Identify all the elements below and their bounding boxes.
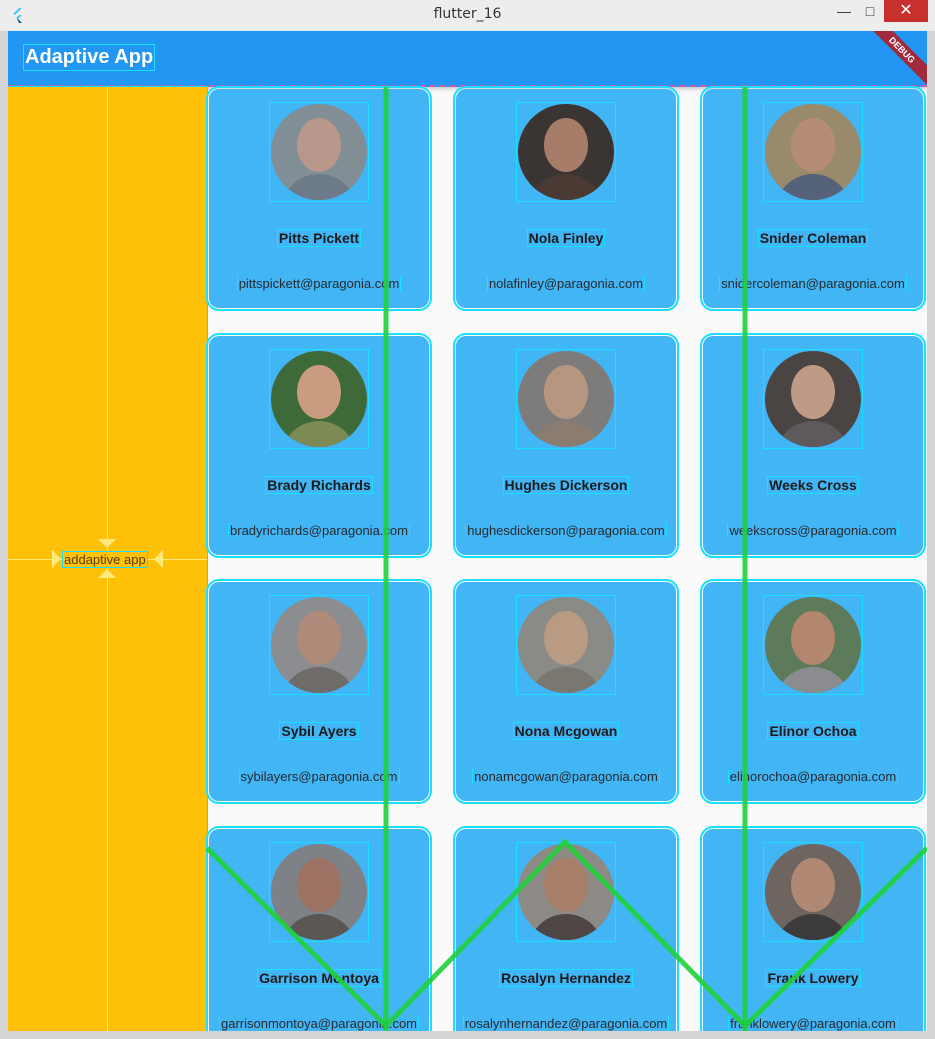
contact-name: Hughes Dickerson	[502, 476, 630, 494]
sidebar-label: addaptive app	[62, 551, 148, 568]
avatar	[269, 842, 369, 942]
avatar	[516, 349, 616, 449]
avatar	[516, 842, 616, 942]
contact-name: Elinor Ochoa	[767, 722, 859, 740]
contact-email: snidercoleman@paragonia.com	[719, 276, 907, 291]
contact-card[interactable]: Frank Lowery franklowery@paragonia.com	[700, 826, 926, 1031]
avatar-photo	[518, 597, 614, 693]
contact-name: Snider Coleman	[757, 229, 869, 247]
page-title: Adaptive App	[22, 44, 156, 71]
contact-name: Frank Lowery	[765, 969, 861, 987]
avatar	[516, 595, 616, 695]
debug-banner-label: DEBUG	[867, 31, 927, 91]
contact-grid[interactable]: Pitts Pickett pittspickett@paragonia.com…	[206, 86, 927, 1031]
align-arrow-left	[52, 550, 61, 568]
contact-card[interactable]: Nona Mcgowan nonamcgowan@paragonia.com	[453, 579, 679, 804]
align-arrow-bottom	[98, 569, 116, 578]
contact-card[interactable]: Rosalyn Hernandez rosalynhernandez@parag…	[453, 826, 679, 1031]
avatar-photo	[518, 104, 614, 200]
contact-name: Garrison Montoya	[257, 969, 381, 987]
contact-card[interactable]: Snider Coleman snidercoleman@paragonia.c…	[700, 86, 926, 311]
contact-name: Nona Mcgowan	[512, 722, 620, 740]
avatar	[763, 595, 863, 695]
contact-card[interactable]: Pitts Pickett pittspickett@paragonia.com	[206, 86, 432, 311]
contact-name: Weeks Cross	[767, 476, 859, 494]
minimize-button[interactable]: —	[832, 0, 856, 22]
window-titlebar: flutter_16 — □ ✕	[0, 0, 935, 31]
contact-email: sybilayers@paragonia.com	[238, 769, 400, 784]
avatar	[269, 102, 369, 202]
align-arrow-right	[154, 550, 163, 568]
align-arrow-top	[98, 539, 116, 548]
avatar-photo	[271, 597, 367, 693]
contact-email: hughesdickerson@paragonia.com	[465, 523, 667, 538]
contact-email: weekscross@paragonia.com	[727, 523, 899, 538]
avatar	[516, 102, 616, 202]
debug-banner: DEBUG	[867, 31, 927, 91]
app-bar: Adaptive App DEBUG	[8, 31, 927, 91]
avatar-photo	[765, 844, 861, 940]
contact-email: bradyrichards@paragonia.com	[228, 523, 410, 538]
contact-email: pittspickett@paragonia.com	[236, 276, 402, 291]
maximize-button[interactable]: □	[858, 0, 882, 22]
window-title: flutter_16	[433, 6, 502, 22]
contact-card[interactable]: Nola Finley nolafinley@paragonia.com	[453, 86, 679, 311]
avatar	[763, 349, 863, 449]
avatar-photo	[518, 844, 614, 940]
avatar-photo	[518, 351, 614, 447]
avatar	[763, 102, 863, 202]
contact-email: nonamcgowan@paragonia.com	[472, 769, 660, 784]
contact-name: Pitts Pickett	[276, 229, 362, 247]
avatar-photo	[271, 351, 367, 447]
contact-email: franklowery@paragonia.com	[728, 1016, 898, 1031]
avatar-photo	[765, 597, 861, 693]
avatar-photo	[765, 104, 861, 200]
contact-card[interactable]: Garrison Montoya garrisonmontoya@paragon…	[206, 826, 432, 1031]
avatar-photo	[271, 844, 367, 940]
contact-card[interactable]: Elinor Ochoa elinorochoa@paragonia.com	[700, 579, 926, 804]
contact-name: Sybil Ayers	[279, 722, 359, 740]
app-window: Adaptive App DEBUG addaptive app Pitts P…	[8, 31, 927, 1031]
avatar-photo	[271, 104, 367, 200]
avatar	[269, 349, 369, 449]
contact-email: garrisonmontoya@paragonia.com	[218, 1016, 420, 1031]
contact-card[interactable]: Sybil Ayers sybilayers@paragonia.com	[206, 579, 432, 804]
contact-name: Nola Finley	[526, 229, 606, 247]
avatar	[269, 595, 369, 695]
avatar	[763, 842, 863, 942]
contact-email: nolafinley@paragonia.com	[486, 276, 646, 291]
contact-email: rosalynhernandez@paragonia.com	[462, 1016, 670, 1031]
contact-card[interactable]: Weeks Cross weekscross@paragonia.com	[700, 333, 926, 558]
sidebar-panel: addaptive app	[8, 86, 208, 1031]
contact-card[interactable]: Brady Richards bradyrichards@paragonia.c…	[206, 333, 432, 558]
contact-email: elinorochoa@paragonia.com	[727, 769, 899, 784]
contact-card[interactable]: Hughes Dickerson hughesdickerson@paragon…	[453, 333, 679, 558]
avatar-photo	[765, 351, 861, 447]
contact-name: Brady Richards	[265, 476, 373, 494]
close-button[interactable]: ✕	[884, 0, 928, 22]
contact-name: Rosalyn Hernandez	[499, 969, 633, 987]
